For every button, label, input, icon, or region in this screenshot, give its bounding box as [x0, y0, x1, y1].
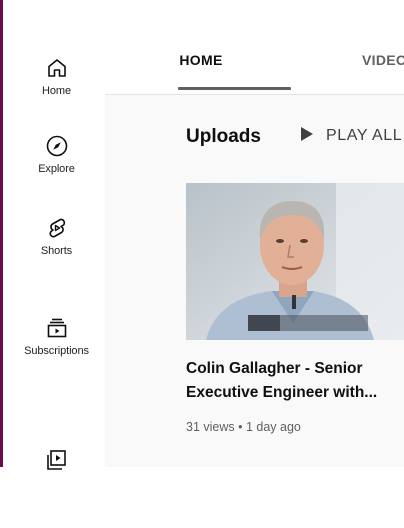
- video-title-line-1: Colin Gallagher - Senior: [186, 360, 363, 377]
- subscriptions-icon: [47, 318, 66, 338]
- section-title: Uploads: [186, 126, 261, 147]
- sidebar-item-subscriptions[interactable]: Subscriptions: [8, 316, 105, 396]
- video-title[interactable]: Colin Gallagher - Senior Executive Engin…: [186, 357, 404, 405]
- compass-icon: [46, 135, 67, 157]
- window-left-edge: [0, 0, 8, 467]
- library-icon: [46, 450, 66, 470]
- play-all-label: PLAY ALL: [326, 127, 403, 144]
- sidebar-item-label: Shorts: [40, 245, 73, 257]
- sidebar-item-library[interactable]: [8, 448, 105, 528]
- video-title-line-2: Executive Engineer with...: [186, 384, 378, 401]
- sidebar-item-home[interactable]: Home: [8, 56, 105, 136]
- window-top-edge: [0, 0, 404, 26]
- home-icon: [47, 59, 66, 77]
- play-icon: [301, 127, 313, 141]
- channel-tabs: HOME VIDEOS: [105, 26, 404, 95]
- video-metadata: 31 views • 1 day ago: [186, 420, 301, 434]
- channel-content: HOME VIDEOS Uploads PLAY ALL: [105, 26, 404, 467]
- tab-home[interactable]: HOME: [141, 26, 261, 94]
- sidebar: Home Explore Shorts Subscriptions: [8, 26, 105, 470]
- tab-selected-indicator: [178, 87, 291, 90]
- sidebar-item-shorts[interactable]: Shorts: [8, 216, 105, 296]
- sidebar-item-label: Home: [42, 85, 71, 97]
- sidebar-item-label: Explore: [38, 163, 75, 175]
- video-thumbnail[interactable]: [186, 183, 404, 340]
- sidebar-item-explore[interactable]: Explore: [8, 134, 105, 214]
- thumbnail-image: [186, 183, 404, 340]
- play-all-button[interactable]: PLAY ALL: [300, 126, 402, 145]
- sidebar-item-label: Subscriptions: [24, 345, 89, 357]
- tab-videos[interactable]: VIDEOS: [362, 26, 404, 94]
- shorts-icon: [48, 218, 65, 238]
